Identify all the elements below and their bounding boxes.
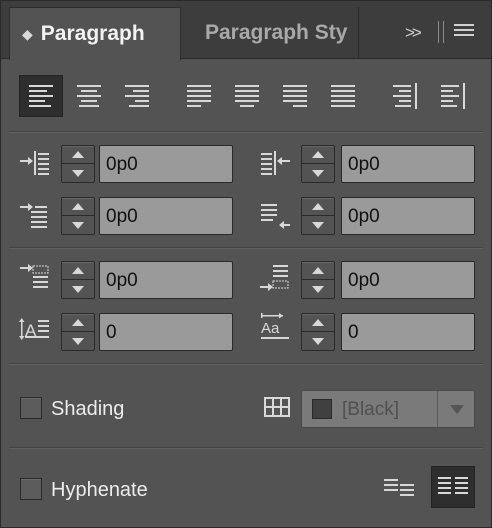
space-before-input[interactable]: 0p0 — [99, 261, 233, 299]
stepper-up-button[interactable] — [302, 198, 334, 216]
space-after-input[interactable]: 0p0 — [341, 261, 475, 299]
tab-bar: ◆ Paragraph Paragraph Sty >> — [1, 1, 491, 60]
drop-cap-lines-input[interactable]: 0 — [99, 313, 233, 351]
align-center-icon — [77, 85, 101, 107]
do-not-balance-columns-button[interactable] — [377, 466, 421, 508]
stepper-down-button[interactable] — [62, 216, 94, 234]
shading-color-value: [Black] — [342, 399, 400, 420]
justify-last-center-button[interactable] — [225, 75, 269, 117]
space-after-icon — [260, 265, 289, 291]
stepper-down-button[interactable] — [62, 164, 94, 182]
drop-cap-lines-icon: A — [19, 318, 49, 340]
right-indent-stepper[interactable] — [301, 145, 335, 183]
tab-paragraph[interactable]: ◆ Paragraph — [9, 7, 181, 60]
stepper-up-button[interactable] — [62, 314, 94, 332]
hyphenate-checkbox[interactable] — [20, 478, 42, 500]
drop-cap-characters-icon: Aa — [261, 313, 289, 339]
stepper-down-button[interactable] — [302, 164, 334, 182]
align-towards-spine-icon — [393, 83, 417, 109]
tab-paragraph-styles-label: Paragraph Sty — [205, 21, 348, 44]
drop-cap-lines-stepper[interactable] — [61, 313, 95, 351]
divider — [9, 363, 483, 364]
shading-label: Shading — [51, 398, 125, 420]
stepper-down-button[interactable] — [62, 332, 94, 350]
last-line-right-indent-input[interactable]: 0p0 — [341, 197, 475, 235]
first-line-indent-stepper[interactable] — [61, 197, 95, 235]
stepper-up-button[interactable] — [62, 146, 94, 164]
stepper-down-button[interactable] — [302, 332, 334, 350]
space-before-stepper[interactable] — [61, 261, 95, 299]
two-column-text-icon — [438, 477, 468, 494]
stepper-down-button[interactable] — [302, 216, 334, 234]
space-after-stepper[interactable] — [301, 261, 335, 299]
grip-icon — [438, 21, 444, 43]
justify-last-right-button[interactable] — [273, 75, 317, 117]
left-indent-stepper[interactable] — [61, 145, 95, 183]
tab-paragraph-label: Paragraph — [40, 22, 145, 45]
shading-checkbox[interactable] — [20, 397, 42, 419]
double-chevron-right-icon[interactable]: >> — [405, 23, 422, 43]
last-line-right-indent-icon — [261, 204, 290, 229]
align-away-from-spine-button[interactable] — [431, 75, 475, 117]
left-indent-input[interactable]: 0p0 — [99, 145, 233, 183]
justify-last-left-button[interactable] — [177, 75, 221, 117]
stepper-up-button[interactable] — [302, 262, 334, 280]
align-center-button[interactable] — [67, 75, 111, 117]
divider — [9, 131, 483, 132]
tab-separator — [358, 7, 359, 59]
stepper-up-button[interactable] — [302, 314, 334, 332]
align-right-icon — [125, 85, 149, 107]
chevron-updown-icon[interactable]: ◆ — [22, 26, 33, 43]
align-left-button[interactable] — [19, 75, 63, 117]
divider — [9, 447, 483, 448]
right-indent-icon — [261, 151, 290, 175]
justify-last-left-icon — [187, 85, 211, 107]
space-before-icon — [20, 264, 49, 288]
stepper-up-button[interactable] — [302, 146, 334, 164]
justify-all-icon — [331, 85, 355, 107]
drop-cap-characters-input[interactable]: 0 — [341, 313, 475, 351]
svg-text:Aa: Aa — [261, 320, 280, 337]
left-indent-icon — [20, 151, 49, 175]
stepper-down-button[interactable] — [302, 280, 334, 298]
hyphenate-label: Hyphenate — [51, 479, 148, 501]
chevron-down-icon[interactable] — [450, 405, 464, 414]
justify-last-center-icon — [235, 85, 259, 107]
justify-all-button[interactable] — [321, 75, 365, 117]
drop-cap-characters-stepper[interactable] — [301, 313, 335, 351]
shading-color-dropdown[interactable]: [Black] — [301, 390, 475, 428]
swatches-grid-icon[interactable] — [264, 397, 290, 417]
single-column-text-icon — [384, 479, 414, 496]
justify-last-right-icon — [283, 85, 307, 107]
stepper-down-button[interactable] — [62, 280, 94, 298]
last-line-right-indent-stepper[interactable] — [301, 197, 335, 235]
paragraph-panel: ◆ Paragraph Paragraph Sty >> 0p0 0p0 0p0… — [0, 0, 492, 528]
hamburger-menu-icon[interactable] — [454, 24, 474, 40]
dropdown-separator — [437, 391, 438, 427]
first-line-indent-icon — [20, 203, 47, 228]
align-right-button[interactable] — [115, 75, 159, 117]
span-columns-button[interactable] — [431, 466, 475, 508]
color-swatch — [312, 399, 332, 419]
align-left-icon — [29, 85, 53, 107]
align-away-from-spine-icon — [441, 83, 465, 109]
right-indent-input[interactable]: 0p0 — [341, 145, 475, 183]
stepper-up-button[interactable] — [62, 262, 94, 280]
tab-paragraph-styles[interactable]: Paragraph Sty — [183, 7, 359, 59]
align-towards-spine-button[interactable] — [383, 75, 427, 117]
divider — [9, 247, 483, 248]
first-line-indent-input[interactable]: 0p0 — [99, 197, 233, 235]
stepper-up-button[interactable] — [62, 198, 94, 216]
